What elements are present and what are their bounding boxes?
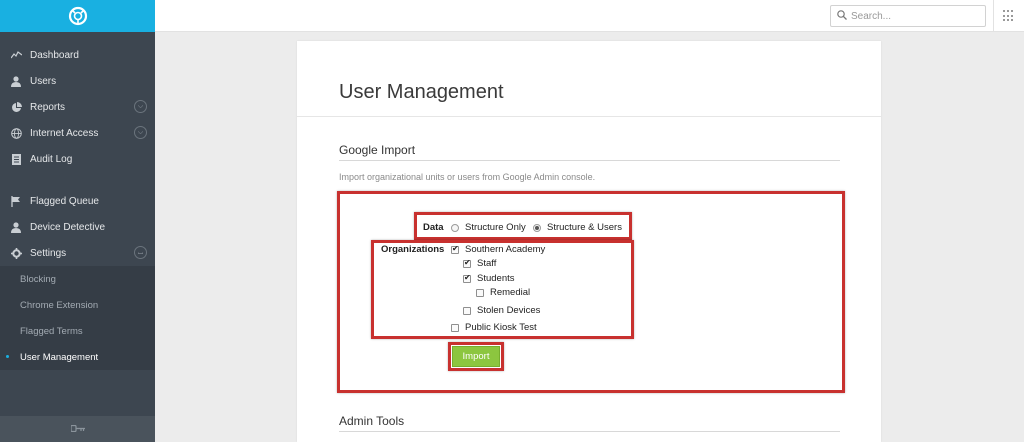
sidebar-item-label: User Management [20, 351, 99, 363]
globe-icon [10, 127, 22, 139]
radio-structure-only[interactable]: Structure Only [451, 222, 526, 233]
sidebar: Dashboard Users Reports ⌵ Internet Acces… [0, 0, 155, 442]
checkbox-label: Staff [477, 258, 497, 269]
flag-icon [10, 195, 22, 207]
section-title-google-import: Google Import [339, 143, 416, 157]
sidebar-item-label: Reports [30, 101, 66, 113]
sidebar-item-blocking[interactable]: Blocking [0, 266, 155, 292]
user-icon [10, 221, 22, 233]
logo-bar[interactable] [0, 0, 155, 32]
checkbox-label: Public Kiosk Test [465, 322, 537, 333]
org-checkbox-remedial[interactable]: Remedial [476, 287, 530, 298]
checkbox-checked[interactable] [451, 244, 459, 254]
sidebar-item-label: Flagged Queue [30, 195, 99, 207]
checkbox-unchecked[interactable] [451, 323, 459, 332]
org-checkbox-students[interactable]: Students [463, 273, 515, 284]
org-checkbox-staff[interactable]: Staff [463, 258, 496, 269]
chart-line-icon [10, 49, 22, 61]
search-box[interactable] [830, 5, 986, 27]
settings-submenu: Blocking Chrome Extension Flagged Terms … [0, 266, 155, 370]
radio-button-selected[interactable] [533, 223, 541, 232]
checkbox-checked[interactable] [463, 258, 471, 268]
radio-label: Structure & Users [547, 222, 622, 233]
chevron-down-icon[interactable]: ⌵ [134, 100, 147, 113]
top-divider [993, 0, 994, 32]
key-icon[interactable] [69, 424, 85, 435]
sidebar-item-label: Chrome Extension [20, 299, 99, 311]
brand-logo-icon [68, 6, 87, 26]
organizations-label: Organizations [381, 244, 445, 255]
sidebar-item-label: Dashboard [30, 49, 79, 61]
search-icon [837, 9, 847, 23]
sidebar-item-user-management[interactable]: User Management [0, 344, 155, 370]
document-icon [10, 153, 22, 165]
sidebar-item-flagged-terms[interactable]: Flagged Terms [0, 318, 155, 344]
pie-chart-icon [10, 101, 22, 113]
import-button[interactable]: Import [452, 346, 500, 367]
radio-label: Structure Only [465, 222, 526, 233]
section-description: Import organizational units or users fro… [339, 172, 596, 182]
divider [339, 160, 840, 161]
checkbox-unchecked[interactable] [476, 288, 484, 297]
sidebar-item-internet-access[interactable]: Internet Access ⌵ [0, 120, 155, 146]
apps-grid-icon[interactable] [1003, 10, 1015, 22]
top-bar [155, 0, 1024, 32]
sidebar-item-settings[interactable]: Settings ⌴ [0, 240, 155, 266]
sidebar-item-label: Internet Access [30, 127, 99, 139]
divider [339, 431, 840, 432]
user-icon [10, 75, 22, 87]
org-checkbox-stolen-devices[interactable]: Stolen Devices [463, 305, 540, 316]
sidebar-item-audit-log[interactable]: Audit Log [0, 146, 155, 172]
search-input[interactable] [851, 10, 971, 22]
checkbox-label: Stolen Devices [477, 305, 541, 316]
sidebar-item-label: Settings [30, 247, 67, 259]
gear-icon [10, 247, 22, 259]
checkbox-label: Remedial [490, 287, 531, 298]
main-card: User Management Google Import Import org… [297, 41, 881, 442]
sidebar-footer[interactable] [0, 416, 155, 442]
radio-button[interactable] [451, 223, 459, 232]
divider [297, 116, 881, 117]
chevron-down-icon[interactable]: ⌵ [134, 126, 147, 139]
org-checkbox-public-kiosk-test[interactable]: Public Kiosk Test [451, 322, 537, 333]
checkbox-checked[interactable] [463, 273, 471, 283]
sidebar-item-flagged-queue[interactable]: Flagged Queue [0, 188, 155, 214]
org-checkbox-southern-academy[interactable]: Southern Academy [451, 244, 545, 255]
chevron-up-icon[interactable]: ⌴ [134, 246, 147, 259]
radio-structure-and-users[interactable]: Structure & Users [533, 222, 622, 233]
checkbox-unchecked[interactable] [463, 306, 471, 315]
section-title-admin-tools: Admin Tools [339, 414, 405, 428]
page-title: User Management [339, 81, 504, 103]
checkbox-label: Students [477, 273, 515, 284]
sidebar-item-reports[interactable]: Reports ⌵ [0, 94, 155, 120]
nav-separator [0, 172, 155, 188]
sidebar-nav: Dashboard Users Reports ⌵ Internet Acces… [0, 32, 155, 370]
sidebar-item-label: Flagged Terms [20, 325, 83, 337]
sidebar-item-device-detective[interactable]: Device Detective [0, 214, 155, 240]
sidebar-item-label: Device Detective [30, 221, 106, 233]
data-label: Data [423, 222, 444, 233]
sidebar-item-chrome-extension[interactable]: Chrome Extension [0, 292, 155, 318]
highlight-box-import-button: Import [448, 342, 504, 371]
sidebar-item-users[interactable]: Users [0, 68, 155, 94]
sidebar-item-dashboard[interactable]: Dashboard [0, 42, 155, 68]
sidebar-item-label: Users [30, 75, 57, 87]
sidebar-item-label: Audit Log [30, 153, 73, 165]
sidebar-item-label: Blocking [20, 273, 56, 285]
checkbox-label: Southern Academy [465, 244, 546, 255]
